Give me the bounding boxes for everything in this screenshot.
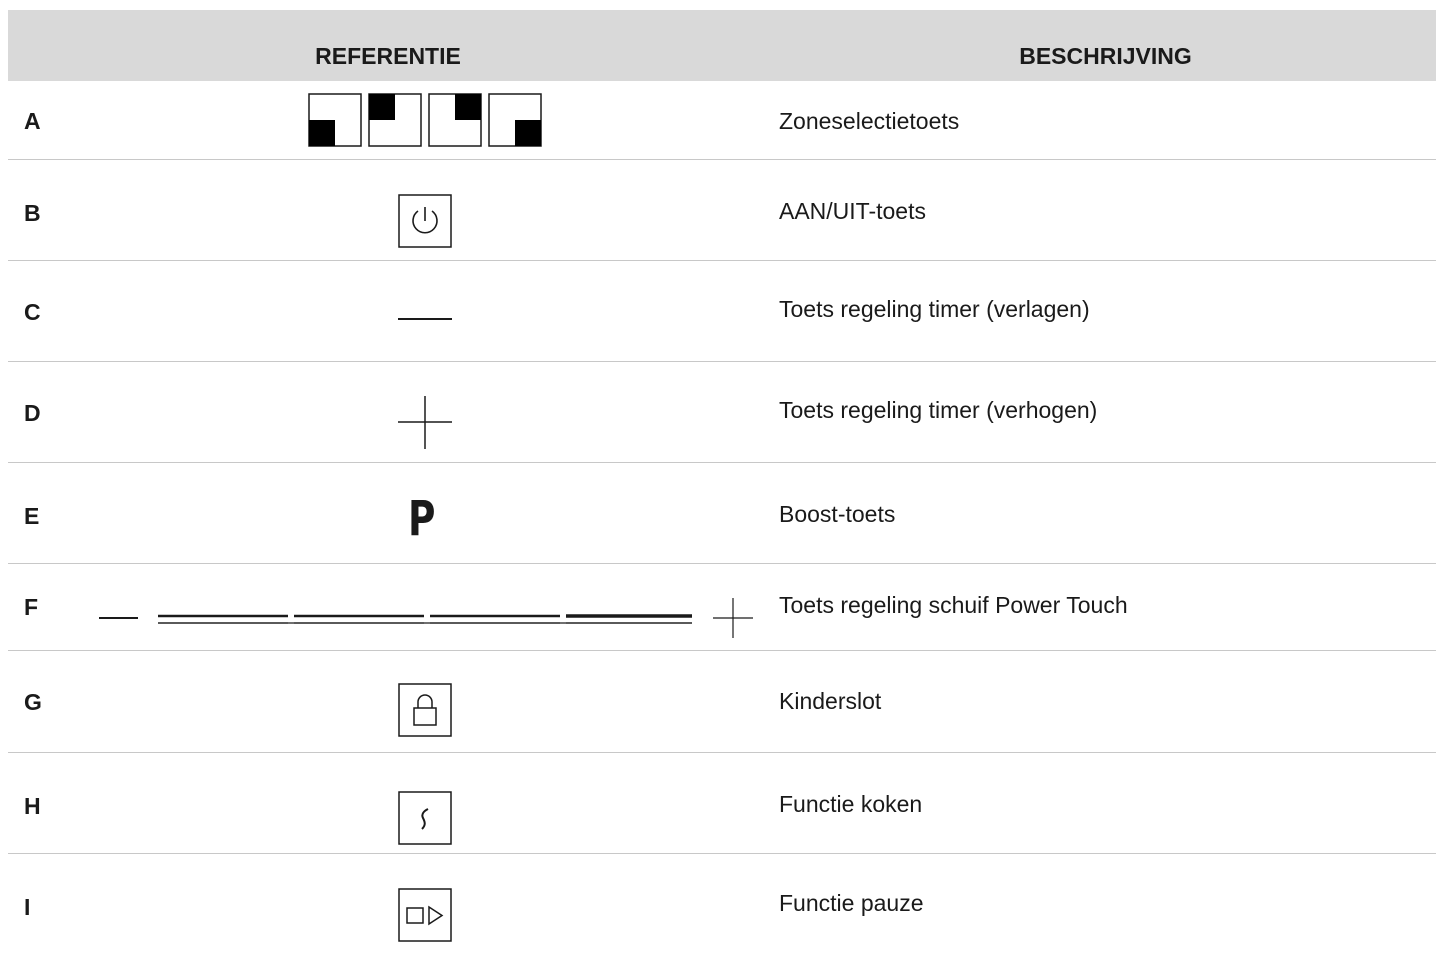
table-row-c: C Toets regeling timer (verlagen): [8, 261, 1436, 362]
cooking-icon: [398, 791, 452, 845]
table-row-a: A Zoneselectietoets: [8, 81, 1436, 160]
slider-icon: [98, 588, 753, 638]
plus-icon: [398, 396, 452, 450]
row-letter: C: [24, 299, 41, 325]
row-letter: E: [24, 503, 40, 529]
row-letter: F: [24, 594, 39, 620]
row-letter: D: [24, 400, 41, 426]
table-row-d: D Toets regeling timer (verhogen): [8, 362, 1436, 463]
zone-selection-icons: [308, 92, 544, 148]
table-row-e: E P Boost-toets: [8, 463, 1436, 564]
row-description: Kinderslot: [779, 688, 882, 714]
table-header: REFERENTIE BESCHRIJVING: [8, 10, 1436, 81]
row-letter: B: [24, 200, 41, 226]
lock-icon: [398, 683, 452, 737]
table-row-g: G Kinderslot: [8, 651, 1436, 753]
pause-icon: [398, 888, 452, 942]
power-icon: [398, 194, 452, 248]
row-letter: H: [24, 793, 41, 819]
row-description: AAN/UIT-toets: [779, 198, 926, 224]
table-row-h: H Functie koken: [8, 753, 1436, 854]
row-description: Toets regeling timer (verhogen): [779, 397, 1098, 423]
row-description: Toets regeling schuif Power Touch: [779, 592, 1128, 618]
minus-icon: [398, 317, 452, 321]
boost-icon: P: [408, 491, 436, 547]
row-description: Toets regeling timer (verlagen): [779, 296, 1090, 322]
row-description: Boost-toets: [779, 501, 896, 527]
row-letter: G: [24, 689, 42, 715]
row-letter: I: [24, 894, 31, 920]
table-row-b: B AAN/UIT-toets: [8, 160, 1436, 261]
reference-table: REFERENTIE BESCHRIJVING A Zoneselectieto…: [8, 10, 1436, 954]
row-letter: A: [24, 108, 41, 134]
row-description: Functie pauze: [779, 890, 924, 916]
table-row-f: F Toets regeling schuif Power Touch: [8, 564, 1436, 651]
row-description: Zoneselectietoets: [779, 108, 960, 134]
row-description: Functie koken: [779, 791, 923, 817]
header-referentie: REFERENTIE: [315, 43, 461, 69]
header-beschrijving: BESCHRIJVING: [1019, 43, 1192, 69]
table-row-i: I Functie pauze: [8, 854, 1436, 954]
